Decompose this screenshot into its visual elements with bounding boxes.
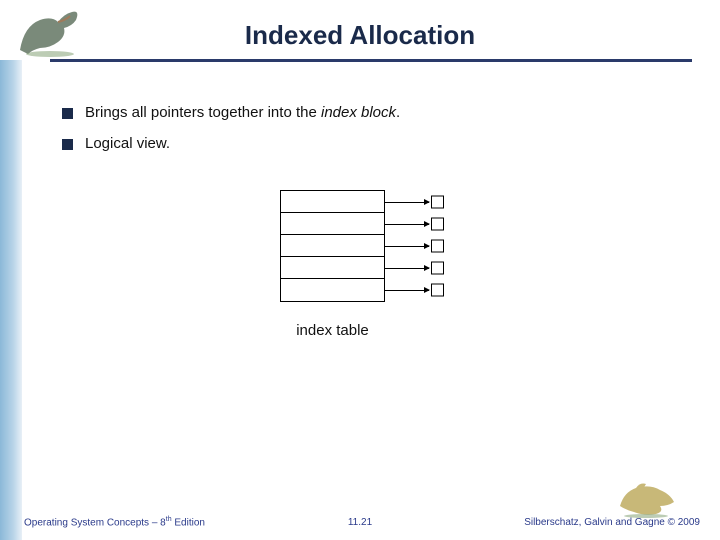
data-block-icon [431,261,444,274]
data-block-icon [431,239,444,252]
footer-right: Silberschatz, Galvin and Gagne © 2009 [524,517,700,528]
bullet-text-em: index block [321,104,396,121]
bullet-square-icon [62,108,73,119]
pointer-arrow-icon [385,268,429,269]
bullet-square-icon [62,139,73,150]
pointer-arrow-icon [385,202,429,203]
index-row [281,257,384,279]
index-row [281,279,384,301]
footer: Operating System Concepts – 8th Edition … [0,500,720,530]
data-block-icon [431,284,444,297]
left-sidebar [0,60,22,540]
page-title: Indexed Allocation [0,8,720,59]
bullet-text: Logical view. [85,135,170,152]
title-rule [50,59,692,62]
index-table-diagram: index table [280,190,460,339]
dinosaur-top-icon [14,6,84,58]
index-row [281,235,384,257]
footer-left-pre: Operating System Concepts – 8 [24,517,166,528]
bullet-item: Brings all pointers together into the in… [62,104,680,121]
bullet-text-pre: Logical view. [85,135,170,152]
index-table-box [280,190,385,302]
index-row [281,213,384,235]
pointer-arrow-icon [385,290,429,291]
pointer-arrow-icon [385,224,429,225]
content: Brings all pointers together into the in… [62,90,680,166]
diagram-label: index table [280,322,385,339]
footer-left-post: Edition [172,517,205,528]
data-block-icon [431,195,444,208]
data-block-icon [431,217,444,230]
bullet-text: Brings all pointers together into the in… [85,104,400,121]
footer-center: 11.21 [348,517,372,528]
pointer-arrow-icon [385,246,429,247]
header: Indexed Allocation [0,0,720,62]
footer-left: Operating System Concepts – 8th Edition [24,516,205,528]
bullet-item: Logical view. [62,135,680,152]
index-row [281,191,384,213]
bullet-text-pre: Brings all pointers together into the [85,104,321,121]
bullet-text-post: . [396,104,400,121]
